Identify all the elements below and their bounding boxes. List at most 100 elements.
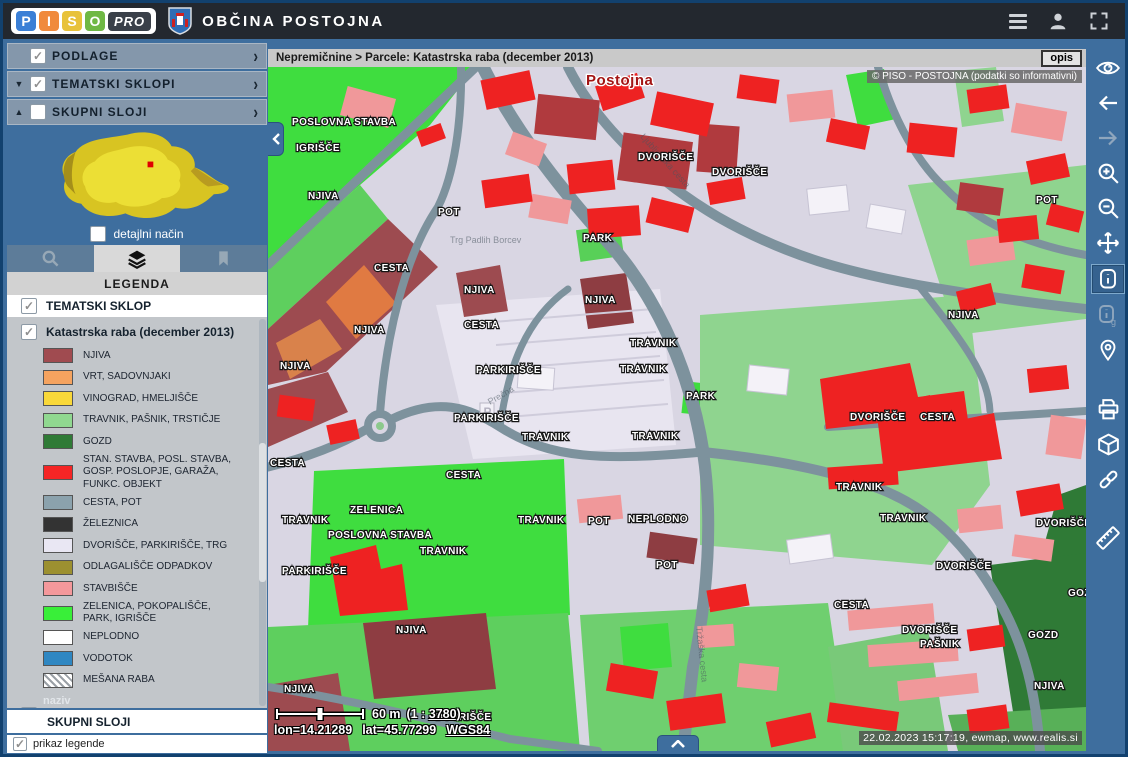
history-forward-icon <box>1096 126 1120 150</box>
chevron-right-icon[interactable]: › <box>253 102 258 123</box>
legend-item: STAVBIŠČE <box>43 578 267 600</box>
legend-item: VRT, SADOVNJAKI <box>43 367 267 389</box>
scale-ratio-link[interactable]: 3780 <box>429 707 457 721</box>
map-label: CESTA <box>374 263 409 274</box>
legend-group-row[interactable]: TEMATSKI SKLOP <box>7 295 267 317</box>
lon-value: lon=14.21289 <box>274 723 352 737</box>
overview-map[interactable]: detajlni način <box>7 127 267 245</box>
logo-letter-i: I <box>39 11 59 31</box>
skupni-sloji-section[interactable]: SKUPNI SLOJI <box>7 710 267 733</box>
identify-group-icon: g <box>1096 303 1120 327</box>
accordion-podlage[interactable]: PODLAGE › <box>7 43 267 69</box>
street-label: Trg Padlih Borcev <box>450 235 522 245</box>
layer-row-parcele[interactable]: Parcele ZKP (december 2013) <box>7 707 267 708</box>
legend-item-label: DVORIŠČE, PARKIRIŠČE, TRG <box>83 540 253 553</box>
skupni-checkbox[interactable] <box>30 104 46 120</box>
podlage-checkbox[interactable] <box>30 48 46 64</box>
toolbar-identify-group-button: g <box>1093 302 1123 328</box>
header-actions <box>1009 10 1109 32</box>
legend-swatch <box>43 581 73 596</box>
tab-layers[interactable] <box>94 245 181 272</box>
detail-mode-checkbox[interactable] <box>90 226 106 242</box>
accordion-skupni-sloji[interactable]: ▲ SKUPNI SLOJI › <box>7 99 267 125</box>
map-label: ZELENICA <box>350 505 403 516</box>
legend-item: ODLAGALIŠČE ODPADKOV <box>43 557 267 579</box>
chevron-up-icon <box>671 740 685 748</box>
locate-icon <box>1096 338 1120 362</box>
toolbar-share-link-button[interactable] <box>1093 466 1123 492</box>
legend-swatch <box>43 517 73 532</box>
collapse-triangle-icon[interactable]: ▼ <box>8 79 30 89</box>
legend-item-label: GOZD <box>83 436 138 449</box>
map-label: NJIVA <box>284 684 315 695</box>
accordion-tematski-sklopi[interactable]: ▼ TEMATSKI SKLOPI › <box>7 71 267 97</box>
layer-checkbox[interactable] <box>21 707 37 708</box>
map-label: NJIVA <box>585 295 616 306</box>
legend-item: NJIVA <box>43 345 267 367</box>
opis-button[interactable]: opis <box>1041 50 1082 67</box>
legend-swatch <box>43 413 73 428</box>
collapse-triangle-icon[interactable]: ▲ <box>8 107 30 117</box>
legend-group-checkbox[interactable] <box>21 298 37 314</box>
chevron-right-icon[interactable]: › <box>253 74 258 95</box>
map-label: DVORIŠČE <box>850 410 905 423</box>
piso-logo[interactable]: P I S O PRO <box>11 8 156 34</box>
legend-swatch <box>43 606 73 621</box>
toolbar-pan-button[interactable] <box>1093 230 1123 256</box>
map-label: PAŠNIK <box>920 637 960 650</box>
map-canvas[interactable]: P Ljubljanska cestaTrg Padlih BorcevPreč… <box>268 67 1086 751</box>
map-view[interactable]: P Ljubljanska cestaTrg Padlih BorcevPreč… <box>268 67 1086 751</box>
legend-item: TRAVNIK, PAŠNIK, TRSTIČJE <box>43 410 267 432</box>
logo-pro-badge: PRO <box>108 12 151 31</box>
legend-scroll-thumb[interactable] <box>259 443 266 582</box>
map-label: POT <box>588 516 610 527</box>
legend-item-label: VRT, SADOVNJAKI <box>83 371 197 384</box>
map-label: POT <box>1036 195 1058 206</box>
toolbar-zoom-in-button[interactable] <box>1093 160 1123 186</box>
toolbar-zoom-out-button[interactable] <box>1093 195 1123 221</box>
toolbar-visibility-eye-button[interactable] <box>1093 55 1123 81</box>
toolbar-history-back-button[interactable] <box>1093 90 1123 116</box>
user-icon[interactable] <box>1047 10 1069 32</box>
map-copyright: © PISO - POSTOJNA (podatki so informativ… <box>867 70 1082 83</box>
toolbar-print-button[interactable] <box>1093 396 1123 422</box>
bottom-panel-tab[interactable] <box>657 735 699 751</box>
sidebar-collapse-tab[interactable] <box>268 122 284 156</box>
legend-item: CESTA, POT <box>43 492 267 514</box>
identify-icon <box>1096 267 1120 291</box>
legend-body: Katastrska raba (december 2013) NJIVA VRT… <box>7 317 267 708</box>
legend-item: MEŠANA RABA <box>43 670 267 692</box>
toolbar-view-3d-button[interactable] <box>1093 431 1123 457</box>
search-icon <box>41 249 60 268</box>
toolbar-measure-button[interactable] <box>1093 525 1123 551</box>
tematski-checkbox[interactable] <box>30 76 46 92</box>
map-label: TRAVNIK <box>632 431 679 442</box>
prikaz-legende-checkbox[interactable] <box>13 737 27 751</box>
map-label: TRAVNIK <box>518 515 565 526</box>
menu-icon[interactable] <box>1009 14 1027 29</box>
map-label: TRAVNIK <box>420 546 467 557</box>
legend-item: DVORIŠČE, PARKIRIŠČE, TRG <box>43 535 267 557</box>
legend-item: ZELENICA, POKOPALIŠČE, PARK, IGRIŠČE <box>43 600 267 627</box>
map-label: DVORIŠČE <box>638 150 693 163</box>
datum-link[interactable]: WGS84 <box>446 723 490 737</box>
accordion-label: SKUPNI SLOJI <box>52 105 147 119</box>
legend-scrollbar[interactable] <box>259 319 266 706</box>
map-label: CESTA <box>464 320 499 331</box>
map-label: POT <box>656 560 678 571</box>
tab-search[interactable] <box>7 245 94 272</box>
map-label: NEPLODNO <box>628 514 688 525</box>
fullscreen-icon[interactable] <box>1089 11 1109 31</box>
layer-checkbox[interactable] <box>21 324 37 340</box>
toolbar-locate-button[interactable] <box>1093 337 1123 363</box>
tab-bookmarks[interactable] <box>180 245 267 272</box>
city-label: Postojna <box>586 72 653 89</box>
legend-swatch <box>43 560 73 575</box>
legend-swatch <box>43 434 73 449</box>
lat-value: lat=45.77299 <box>362 723 436 737</box>
chevron-right-icon[interactable]: › <box>253 46 258 67</box>
layer-row-katastrska[interactable]: Katastrska raba (december 2013) <box>7 317 267 345</box>
toolbar-identify-button[interactable] <box>1092 265 1124 293</box>
map-label: TRAVNIK <box>282 515 329 526</box>
sidebar: PODLAGE › ▼ TEMATSKI SKLOPI › ▲ SKUPNI S… <box>7 43 267 753</box>
